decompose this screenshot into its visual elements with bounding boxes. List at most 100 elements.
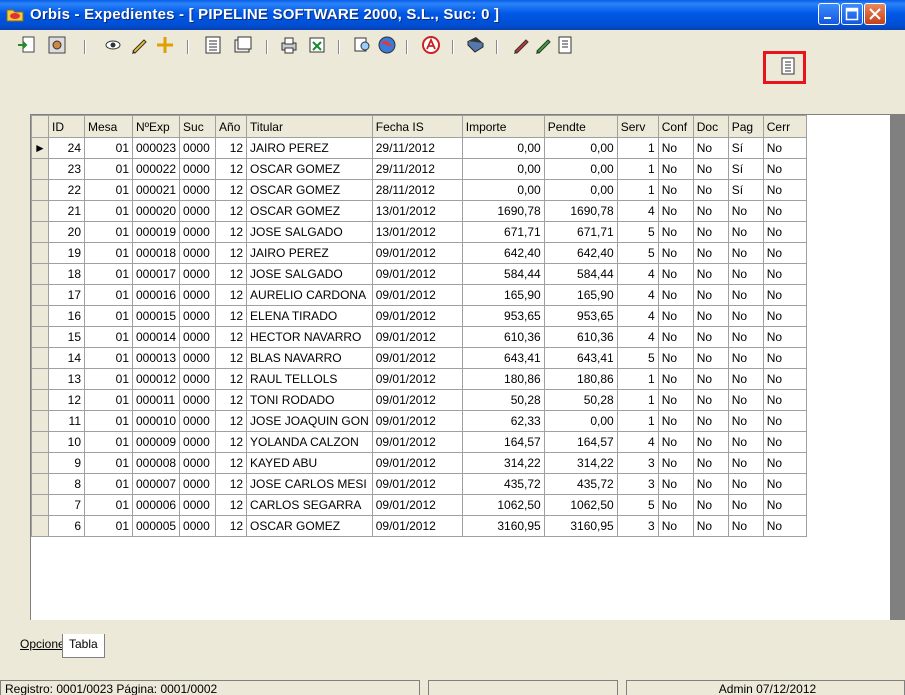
table-cell[interactable]: No xyxy=(762,473,807,495)
table-cell[interactable]: Sí xyxy=(727,137,764,159)
table-cell[interactable]: No xyxy=(762,431,807,453)
edit-button[interactable] xyxy=(128,34,150,56)
table-cell[interactable]: TONI RODADO xyxy=(246,389,373,411)
table-cell[interactable]: No xyxy=(692,263,729,285)
table-row[interactable]: 23 01 000022 0000 12 OSCAR GOMEZ 29/11/2012 0,0… xyxy=(31,158,807,180)
table-cell[interactable]: No xyxy=(762,179,807,201)
table-cell[interactable]: 12 xyxy=(215,326,248,348)
table-cell[interactable]: No xyxy=(762,494,807,516)
table-cell[interactable]: 4 xyxy=(616,326,659,348)
table-cell[interactable]: No xyxy=(762,200,807,222)
table-cell[interactable]: No xyxy=(727,221,764,243)
table-cell[interactable]: 01 xyxy=(84,389,133,411)
table-cell[interactable]: 0000 xyxy=(179,431,217,453)
table-cell[interactable]: No xyxy=(762,410,807,432)
table-cell[interactable]: No xyxy=(657,452,694,474)
row-indicator[interactable] xyxy=(31,368,49,390)
table-cell[interactable]: 0,00 xyxy=(543,158,618,180)
table-cell[interactable]: No xyxy=(692,179,729,201)
table-cell[interactable]: 01 xyxy=(84,284,133,306)
table-cell[interactable]: 0,00 xyxy=(461,137,545,159)
table-cell[interactable]: 642,40 xyxy=(461,242,545,264)
table-cell[interactable]: 953,65 xyxy=(543,305,618,327)
row-indicator[interactable] xyxy=(31,389,49,411)
table-cell[interactable]: No xyxy=(762,263,807,285)
minimize-button[interactable] xyxy=(818,3,840,25)
table-cell[interactable]: No xyxy=(657,158,694,180)
table-cell[interactable]: 13/01/2012 xyxy=(371,221,463,243)
table-cell[interactable]: 0000 xyxy=(179,389,217,411)
table-cell[interactable]: 09/01/2012 xyxy=(371,431,463,453)
maximize-button[interactable] xyxy=(841,3,863,25)
table-cell[interactable]: No xyxy=(727,494,764,516)
view-button[interactable] xyxy=(102,34,124,56)
table-cell[interactable]: KAYED ABU xyxy=(246,452,373,474)
column-header[interactable]: NºExp xyxy=(131,115,181,138)
table-cell[interactable]: BLAS NAVARRO xyxy=(246,347,373,369)
table-cell[interactable]: 000011 xyxy=(131,389,181,411)
table-cell[interactable]: 12 xyxy=(215,515,248,537)
table-cell[interactable]: 18 xyxy=(48,263,85,285)
table-cell[interactable]: 12 xyxy=(215,494,248,516)
table-row[interactable]: 22 01 000021 0000 12 OSCAR GOMEZ 28/11/2012 0,0… xyxy=(31,179,807,201)
table-cell[interactable]: 643,41 xyxy=(461,347,545,369)
table-cell[interactable]: 0000 xyxy=(179,473,217,495)
table-cell[interactable]: HECTOR NAVARRO xyxy=(246,326,373,348)
table-cell[interactable]: 314,22 xyxy=(543,452,618,474)
table-cell[interactable]: 000023 xyxy=(131,137,181,159)
table-cell[interactable]: 21 xyxy=(48,200,85,222)
table-cell[interactable]: 3 xyxy=(616,452,659,474)
table-cell[interactable]: 10 xyxy=(48,431,85,453)
table-cell[interactable]: 4 xyxy=(616,431,659,453)
table-cell[interactable]: 435,72 xyxy=(461,473,545,495)
table-cell[interactable]: 09/01/2012 xyxy=(371,326,463,348)
column-header[interactable]: ID xyxy=(48,115,85,138)
table-cell[interactable]: 0000 xyxy=(179,410,217,432)
table-cell[interactable]: No xyxy=(657,263,694,285)
table-cell[interactable]: 01 xyxy=(84,221,133,243)
table-cell[interactable]: 12 xyxy=(215,221,248,243)
table-cell[interactable]: JOSE JOAQUIN GON xyxy=(246,410,373,432)
table-cell[interactable]: 584,44 xyxy=(461,263,545,285)
table-cell[interactable]: 01 xyxy=(84,305,133,327)
table-row[interactable]: 19 01 000018 0000 12 JAIRO PEREZ 09/01/2012 642… xyxy=(31,242,807,264)
table-cell[interactable]: No xyxy=(692,347,729,369)
table-cell[interactable]: No xyxy=(657,221,694,243)
table-cell[interactable]: No xyxy=(692,221,729,243)
table-cell[interactable]: 09/01/2012 xyxy=(371,284,463,306)
table-cell[interactable]: 12 xyxy=(215,305,248,327)
table-cell[interactable]: 3160,95 xyxy=(461,515,545,537)
table-cell[interactable]: 09/01/2012 xyxy=(371,389,463,411)
row-indicator[interactable] xyxy=(31,326,49,348)
row-indicator[interactable] xyxy=(31,221,49,243)
table-cell[interactable]: 1 xyxy=(616,389,659,411)
table-row[interactable]: 13 01 000012 0000 12 RAUL TELLOLS 09/01/2012 18… xyxy=(31,368,807,390)
table-cell[interactable]: No xyxy=(762,326,807,348)
table-row[interactable]: ► 24 01 000023 0000 12 JAIRO PEREZ 29/11/2012 0,… xyxy=(31,137,807,159)
table-cell[interactable]: 09/01/2012 xyxy=(371,494,463,516)
table-cell[interactable]: No xyxy=(692,158,729,180)
add-button[interactable] xyxy=(154,34,176,56)
row-indicator[interactable] xyxy=(31,452,49,474)
table-cell[interactable]: 0000 xyxy=(179,326,217,348)
table-cell[interactable]: 11 xyxy=(48,410,85,432)
table-cell[interactable]: 0,00 xyxy=(543,410,618,432)
table-cell[interactable]: No xyxy=(762,368,807,390)
table-cell[interactable]: 13 xyxy=(48,368,85,390)
table-cell[interactable]: Sí xyxy=(727,179,764,201)
table-cell[interactable]: 000018 xyxy=(131,242,181,264)
table-cell[interactable]: No xyxy=(657,284,694,306)
table-cell[interactable]: 000009 xyxy=(131,431,181,453)
table-cell[interactable]: 50,28 xyxy=(461,389,545,411)
table-cell[interactable]: No xyxy=(727,473,764,495)
table-cell[interactable]: 000013 xyxy=(131,347,181,369)
tab-tabla[interactable]: Tabla xyxy=(62,634,105,658)
table-cell[interactable]: No xyxy=(762,515,807,537)
table-cell[interactable]: 62,33 xyxy=(461,410,545,432)
table-cell[interactable]: OSCAR GOMEZ xyxy=(246,515,373,537)
pencil-red-button[interactable] xyxy=(510,34,532,56)
table-cell[interactable]: JOSE SALGADO xyxy=(246,221,373,243)
table-cell[interactable]: 5 xyxy=(616,242,659,264)
table-cell[interactable]: No xyxy=(692,410,729,432)
table-cell[interactable]: 180,86 xyxy=(461,368,545,390)
